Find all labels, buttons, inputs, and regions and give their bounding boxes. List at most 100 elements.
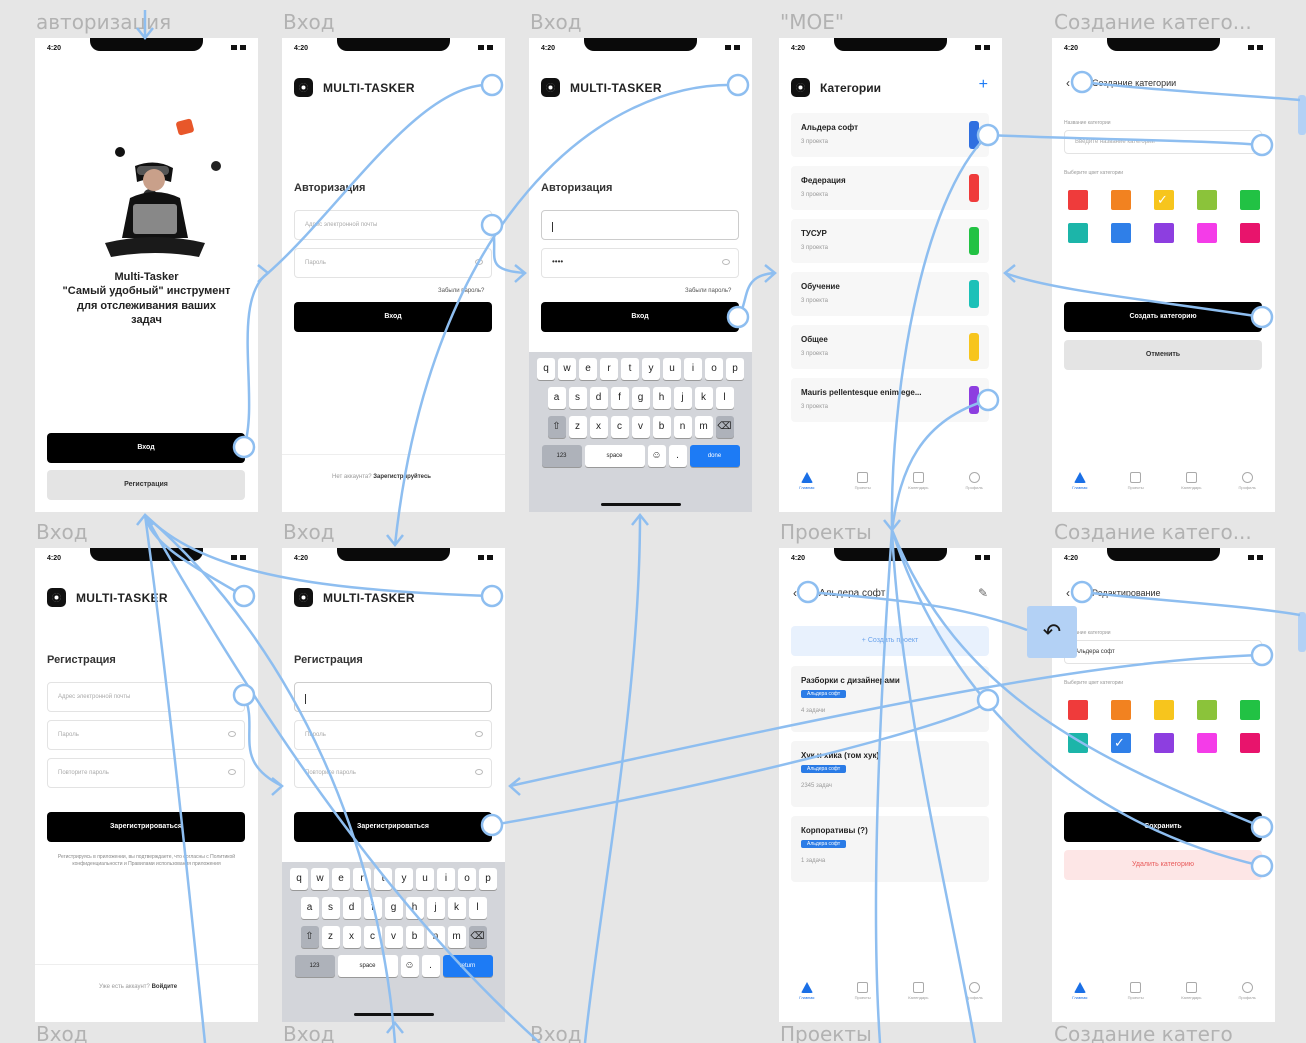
- backspace-key-icon[interactable]: ⌫: [715, 416, 734, 438]
- key[interactable]: v: [384, 926, 403, 948]
- key[interactable]: z: [321, 926, 340, 948]
- terms-text[interactable]: Регистрируясь в приложении, вы подтвержд…: [49, 854, 244, 868]
- color-swatch[interactable]: [1197, 223, 1217, 243]
- password-field[interactable]: Пароль: [294, 720, 492, 750]
- pencil-icon[interactable]: ✎: [978, 586, 988, 600]
- space-key[interactable]: space: [584, 445, 645, 467]
- key[interactable]: m: [447, 926, 466, 948]
- key[interactable]: d: [589, 387, 608, 409]
- key[interactable]: x: [589, 416, 608, 438]
- category-item[interactable]: ТУСУР 3 проекта: [791, 219, 989, 263]
- key[interactable]: y: [642, 358, 660, 380]
- tab-projects[interactable]: Проекты: [843, 982, 883, 1012]
- key[interactable]: x: [342, 926, 361, 948]
- key[interactable]: u: [663, 358, 681, 380]
- back-arrow-icon[interactable]: ‹: [1066, 76, 1070, 90]
- key[interactable]: y: [395, 868, 413, 890]
- tab-calendar[interactable]: Календарь: [1171, 982, 1211, 1012]
- password-field[interactable]: Пароль: [294, 248, 492, 278]
- tab-projects[interactable]: Проекты: [1116, 472, 1156, 502]
- key[interactable]: d: [342, 897, 361, 919]
- email-field[interactable]: Адрес электронной почты: [294, 210, 492, 240]
- shift-key-icon[interactable]: ⇧: [300, 926, 319, 948]
- eye-icon[interactable]: [475, 731, 483, 737]
- color-swatch[interactable]: [1111, 223, 1131, 243]
- color-swatch[interactable]: [1197, 733, 1217, 753]
- tab-home[interactable]: Главная: [1060, 472, 1100, 502]
- key[interactable]: g: [384, 897, 403, 919]
- category-name-field[interactable]: Введите название категории: [1064, 130, 1262, 154]
- register-link[interactable]: Зарегистрируйтесь: [373, 474, 431, 480]
- tab-calendar[interactable]: Календарь: [898, 982, 938, 1012]
- password-field[interactable]: Пароль: [47, 720, 245, 750]
- tab-home[interactable]: Главная: [787, 472, 827, 502]
- category-name-field[interactable]: Альдера софт: [1064, 640, 1262, 664]
- back-arrow-icon[interactable]: ‹: [793, 586, 797, 600]
- key[interactable]: h: [405, 897, 424, 919]
- key[interactable]: s: [568, 387, 587, 409]
- key[interactable]: a: [300, 897, 319, 919]
- key[interactable]: w: [558, 358, 576, 380]
- shift-key-icon[interactable]: ⇧: [547, 416, 566, 438]
- key[interactable]: i: [684, 358, 702, 380]
- save-button[interactable]: Сохранить: [1064, 812, 1262, 842]
- back-navigation-icon[interactable]: ↶: [1027, 606, 1077, 658]
- forgot-password-link[interactable]: Забыли пароль?: [685, 288, 731, 294]
- add-category-icon[interactable]: +: [979, 76, 988, 94]
- edge-handle[interactable]: [1298, 612, 1306, 652]
- color-swatch[interactable]: [1068, 733, 1088, 753]
- tab-calendar[interactable]: Календарь: [898, 472, 938, 502]
- key[interactable]: n: [426, 926, 445, 948]
- key[interactable]: m: [694, 416, 713, 438]
- key[interactable]: n: [673, 416, 692, 438]
- key[interactable]: u: [416, 868, 434, 890]
- color-swatch[interactable]: [1068, 223, 1088, 243]
- tab-profile[interactable]: Профиль: [1227, 472, 1267, 502]
- numbers-key[interactable]: 123: [294, 955, 335, 977]
- tab-projects[interactable]: Проекты: [843, 472, 883, 502]
- email-field[interactable]: [294, 682, 492, 712]
- period-key[interactable]: .: [668, 445, 687, 467]
- key[interactable]: w: [311, 868, 329, 890]
- eye-icon[interactable]: [228, 769, 236, 775]
- key[interactable]: z: [568, 416, 587, 438]
- category-item[interactable]: Общее 3 проекта: [791, 325, 989, 369]
- repeat-password-field[interactable]: Повторите пароль: [294, 758, 492, 788]
- key[interactable]: b: [652, 416, 671, 438]
- color-swatch[interactable]: [1154, 700, 1174, 720]
- key[interactable]: k: [694, 387, 713, 409]
- tab-projects[interactable]: Проекты: [1116, 982, 1156, 1012]
- key[interactable]: f: [610, 387, 629, 409]
- color-swatch[interactable]: [1197, 190, 1217, 210]
- color-swatch-selected[interactable]: ✓: [1111, 733, 1131, 753]
- key[interactable]: a: [547, 387, 566, 409]
- cancel-button[interactable]: Отменить: [1064, 340, 1262, 370]
- color-swatch[interactable]: [1154, 733, 1174, 753]
- key[interactable]: b: [405, 926, 424, 948]
- key[interactable]: l: [715, 387, 734, 409]
- delete-category-button[interactable]: Удалить категорию: [1064, 850, 1262, 880]
- color-swatch[interactable]: [1240, 733, 1260, 753]
- key[interactable]: r: [600, 358, 618, 380]
- email-field[interactable]: [541, 210, 739, 240]
- login-link[interactable]: Войдите: [152, 984, 177, 990]
- color-swatch[interactable]: [1240, 190, 1260, 210]
- color-swatch[interactable]: [1111, 700, 1131, 720]
- key[interactable]: q: [290, 868, 308, 890]
- tab-calendar[interactable]: Календарь: [1171, 472, 1211, 502]
- login-submit-button[interactable]: Вход: [294, 302, 492, 332]
- login-submit-button[interactable]: Вход: [541, 302, 739, 332]
- period-key[interactable]: .: [421, 955, 440, 977]
- key[interactable]: i: [437, 868, 455, 890]
- category-item[interactable]: Mauris pellentesque enim ege... 3 проект…: [791, 378, 989, 422]
- space-key[interactable]: space: [337, 955, 398, 977]
- key[interactable]: c: [610, 416, 629, 438]
- color-swatch[interactable]: [1240, 700, 1260, 720]
- login-button[interactable]: Вход: [47, 433, 245, 463]
- key[interactable]: p: [726, 358, 744, 380]
- edge-handle[interactable]: [1298, 95, 1306, 135]
- register-submit-button[interactable]: Зарегистрироваться: [294, 812, 492, 842]
- tab-profile[interactable]: Профиль: [954, 982, 994, 1012]
- key[interactable]: k: [447, 897, 466, 919]
- category-item[interactable]: Альдера софт 3 проекта: [791, 113, 989, 157]
